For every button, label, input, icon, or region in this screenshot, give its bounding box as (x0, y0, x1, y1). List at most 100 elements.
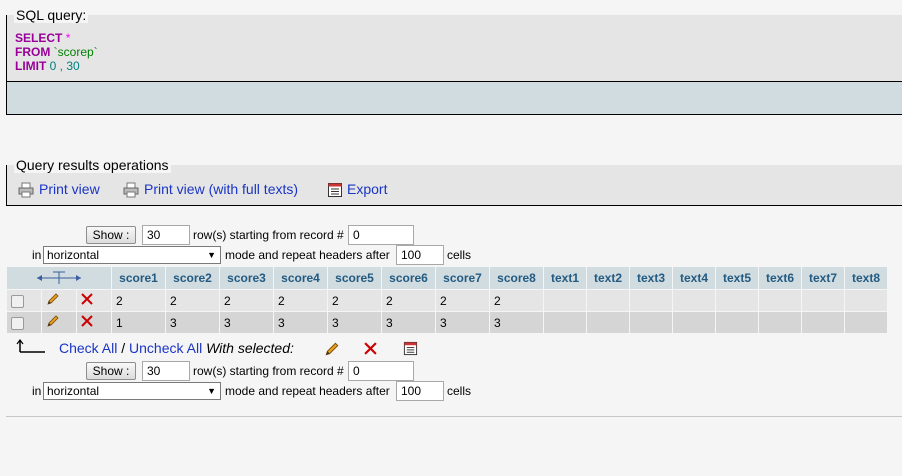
col-header-score4[interactable]: score4 (274, 267, 327, 289)
delete-cell[interactable] (77, 290, 111, 311)
cell (802, 312, 844, 333)
col-header-score8[interactable]: score8 (490, 267, 543, 289)
check-all-link[interactable]: Check All (59, 340, 117, 356)
cell: 2 (382, 290, 435, 311)
row-checkbox[interactable] (11, 316, 24, 330)
sql-keyword-select: SELECT (15, 31, 63, 45)
col-header-text4[interactable]: text4 (673, 267, 715, 289)
sql-query-footer (6, 82, 902, 115)
display-mode-select[interactable]: horizontal ▼ (43, 246, 221, 264)
row-checkbox-cell[interactable] (7, 312, 41, 333)
delete-cell[interactable] (77, 312, 111, 333)
table-row: 2 2 2 2 2 2 2 2 (7, 290, 887, 311)
cell: 2 (166, 290, 219, 311)
cell: 3 (328, 312, 381, 333)
uncheck-all-link[interactable]: Uncheck All (129, 340, 202, 356)
dropdown-arrow-icon: ▼ (207, 250, 216, 260)
cell: 3 (274, 312, 327, 333)
col-header-text6[interactable]: text6 (759, 267, 801, 289)
export-icon[interactable] (403, 341, 418, 356)
cell (673, 312, 715, 333)
cell (716, 312, 758, 333)
cell (845, 312, 887, 333)
bulk-separator: / (121, 340, 126, 356)
rows-count-input[interactable]: 30 (142, 225, 190, 245)
col-header-score5[interactable]: score5 (328, 267, 381, 289)
display-mode-select-bottom[interactable]: horizontal ▼ (43, 382, 221, 400)
col-header-text3[interactable]: text3 (630, 267, 672, 289)
col-header-text7[interactable]: text7 (802, 267, 844, 289)
sql-limit-values: 0 , 30 (49, 59, 80, 73)
rows-label: row(s) starting from record # (193, 228, 344, 242)
col-header-score1[interactable]: score1 (112, 267, 165, 289)
repeat-headers-input[interactable]: 100 (396, 245, 444, 265)
results-table: score1 score2 score3 score4 score5 score… (6, 266, 888, 334)
col-header-text1[interactable]: text1 (544, 267, 586, 289)
edit-cell[interactable] (42, 290, 76, 311)
col-header-text5[interactable]: text5 (716, 267, 758, 289)
delete-x-icon[interactable] (81, 315, 93, 327)
table-row: 1 3 3 3 3 3 3 3 (7, 312, 887, 333)
cell: 2 (490, 290, 543, 311)
cell: 3 (166, 312, 219, 333)
mode-label: mode and repeat headers after (225, 248, 390, 262)
row-checkbox-cell[interactable] (7, 290, 41, 311)
pencil-icon[interactable] (46, 314, 60, 328)
dropdown-arrow-icon: ▼ (207, 386, 216, 396)
print-view-label[interactable]: Print view (39, 181, 100, 197)
edit-cell[interactable] (42, 312, 76, 333)
printer-icon (18, 182, 34, 198)
sql-star: * (65, 31, 71, 45)
col-header-score7[interactable]: score7 (436, 267, 489, 289)
arrow-up-left-icon (16, 339, 45, 353)
show-button[interactable]: Show : (86, 226, 136, 244)
cell (544, 312, 586, 333)
cell (845, 290, 887, 311)
pencil-icon[interactable] (324, 341, 340, 357)
ops-legend: Query results operations (14, 157, 171, 173)
bulk-actions: Check All / Uncheck All With selected: (59, 340, 294, 356)
sql-keyword-limit: LIMIT (15, 59, 47, 73)
sql-query-legend: SQL query: (14, 7, 89, 23)
cell: 2 (436, 290, 489, 311)
col-header-text2[interactable]: text2 (587, 267, 629, 289)
col-header-score3[interactable]: score3 (220, 267, 273, 289)
col-header-score6[interactable]: score6 (382, 267, 435, 289)
cell (544, 290, 586, 311)
row-checkbox[interactable] (11, 294, 24, 308)
cell: 2 (220, 290, 273, 311)
cell: 2 (328, 290, 381, 311)
start-record-input-bottom[interactable]: 0 (348, 361, 414, 381)
table-header-row: score1 score2 score3 score4 score5 score… (7, 267, 887, 289)
col-header-score2[interactable]: score2 (166, 267, 219, 289)
start-record-input[interactable]: 0 (348, 225, 414, 245)
divider (6, 416, 902, 417)
printer-icon (123, 182, 139, 198)
rows-count-input-bottom[interactable]: 30 (142, 361, 190, 381)
column-sort-header[interactable] (7, 267, 111, 289)
show-button-bottom[interactable]: Show : (86, 362, 136, 380)
sql-line-from: FROM `scorep` (15, 46, 98, 59)
print-view-full-label[interactable]: Print view (with full texts) (144, 181, 298, 197)
cell: 3 (436, 312, 489, 333)
sql-query-box (6, 15, 902, 82)
repeat-headers-input-bottom[interactable]: 100 (396, 381, 444, 401)
export-label[interactable]: Export (347, 181, 387, 197)
cell: 2 (274, 290, 327, 311)
display-mode-value: horizontal (47, 248, 100, 262)
delete-x-icon[interactable] (81, 293, 93, 305)
export-icon (328, 183, 342, 197)
pencil-icon[interactable] (46, 292, 60, 306)
delete-x-icon[interactable] (364, 342, 377, 355)
col-header-text8[interactable]: text8 (845, 267, 887, 289)
cell (802, 290, 844, 311)
column-sort-arrows-icon (37, 271, 81, 284)
cell (630, 290, 672, 311)
cells-label: cells (447, 248, 472, 262)
cell: 3 (490, 312, 543, 333)
in-label: in (32, 248, 42, 262)
cell: 3 (220, 312, 273, 333)
cell (587, 290, 629, 311)
sql-keyword-from: FROM (15, 45, 51, 59)
with-selected-label: With selected: (206, 340, 294, 356)
